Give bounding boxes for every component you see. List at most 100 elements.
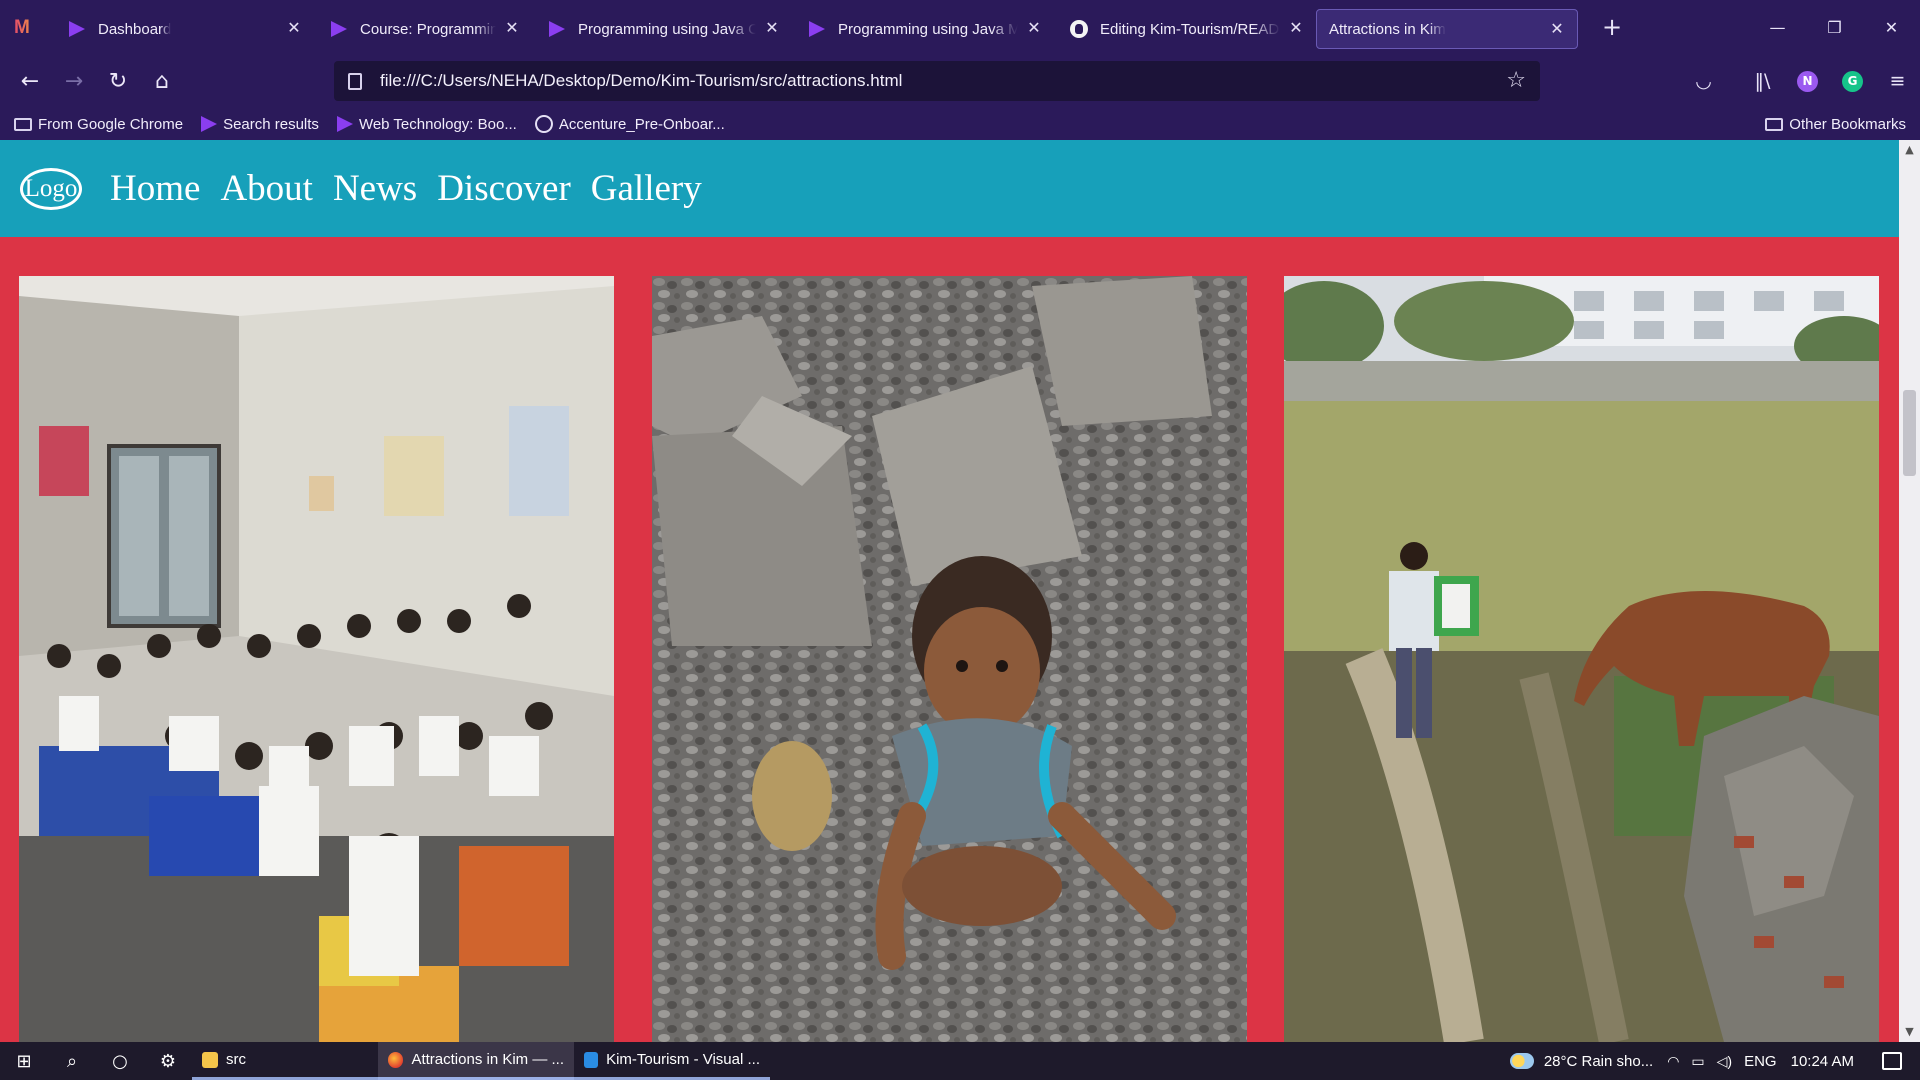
nav-link-home[interactable]: Home bbox=[110, 167, 200, 210]
close-icon[interactable]: ✕ bbox=[1024, 18, 1044, 38]
forward-arrow-icon[interactable]: → bbox=[52, 59, 96, 103]
gallery-photo-field-cow bbox=[1284, 276, 1879, 1042]
language-indicator[interactable]: ENG bbox=[1744, 1053, 1777, 1070]
scroll-thumb[interactable] bbox=[1903, 390, 1916, 476]
other-bookmarks-label: Other Bookmarks bbox=[1789, 116, 1906, 133]
search-icon[interactable]: ⌕ bbox=[48, 1042, 96, 1080]
page-viewport: Logo Home About News Discover Gallery bbox=[0, 140, 1899, 1042]
bookmarks-bar: From Google Chrome Search results Web Te… bbox=[0, 108, 1920, 140]
new-tab-plus-icon[interactable]: + bbox=[1592, 7, 1632, 47]
folder-icon bbox=[202, 1051, 218, 1068]
clock-time[interactable]: 10:24 AM bbox=[1791, 1053, 1854, 1070]
bookmark-search-results[interactable]: Search results bbox=[201, 116, 319, 133]
taskbar-app-label: Attractions in Kim — ... bbox=[411, 1051, 564, 1068]
tab-course-java[interactable]: Course: Programming using Java ✕ bbox=[314, 9, 532, 49]
taskbar-app-label: Kim-Tourism - Visual ... bbox=[606, 1051, 760, 1068]
restore-icon[interactable]: ❐ bbox=[1806, 0, 1863, 54]
close-icon[interactable]: ✕ bbox=[284, 18, 304, 38]
volume-icon[interactable]: ◁) bbox=[1717, 1053, 1732, 1070]
bookmark-accenture[interactable]: Accenture_Pre-Onboar... bbox=[534, 115, 725, 133]
menu-hamburger-icon[interactable]: ≡ bbox=[1875, 59, 1920, 103]
bookmark-label: From Google Chrome bbox=[38, 115, 184, 133]
page-scrollbar[interactable]: ▲ ▼ bbox=[1899, 140, 1920, 1042]
close-window-icon[interactable]: ✕ bbox=[1863, 0, 1920, 54]
folder-icon bbox=[14, 117, 32, 131]
nav-link-news[interactable]: News bbox=[333, 167, 417, 210]
gallery-photo-classroom bbox=[19, 276, 614, 1042]
bookmark-web-technology[interactable]: Web Technology: Boo... bbox=[336, 115, 517, 133]
minimize-icon[interactable]: — bbox=[1749, 0, 1806, 54]
taskbar-app-firefox[interactable]: Attractions in Kim — ... bbox=[378, 1042, 574, 1080]
site-logo[interactable]: Logo bbox=[20, 167, 82, 210]
bookmark-from-google-chrome[interactable]: From Google Chrome bbox=[14, 116, 183, 133]
site-header: Logo Home About News Discover Gallery bbox=[0, 140, 1899, 237]
cortana-circle-icon[interactable]: ○ bbox=[96, 1042, 144, 1080]
tab-label: Dashboard bbox=[98, 20, 172, 38]
arrow-favicon-icon bbox=[546, 20, 568, 38]
tab-strip: M Dashboard ✕ Course: Programming using … bbox=[0, 0, 1920, 54]
tab-attractions-active[interactable]: Attractions in Kim ✕ bbox=[1316, 9, 1578, 49]
back-arrow-icon[interactable]: ← bbox=[8, 59, 52, 103]
reload-icon[interactable]: ↻ bbox=[96, 59, 140, 103]
address-bar[interactable]: file:///C:/Users/NEHA/Desktop/Demo/Kim-T… bbox=[334, 61, 1540, 101]
scroll-down-icon[interactable]: ▼ bbox=[1899, 1022, 1920, 1042]
windows-start-icon[interactable]: ⊞ bbox=[0, 1042, 48, 1080]
windows-taskbar: ⊞ ⌕ ○ ⚙ src Attractions in Kim — ... Kim… bbox=[0, 1042, 1920, 1080]
weather-cloud-sun-icon bbox=[1509, 1053, 1534, 1069]
site-nav: Home About News Discover Gallery bbox=[110, 167, 722, 210]
taskbar-app-label: src bbox=[226, 1051, 246, 1068]
tab-label: Attractions in Kim bbox=[1329, 20, 1446, 38]
toolbar-icons: ◡ ‖\ N G ≡ bbox=[1681, 54, 1920, 108]
close-icon[interactable]: ✕ bbox=[762, 18, 782, 38]
scroll-up-icon[interactable]: ▲ bbox=[1899, 140, 1920, 160]
tab-dashboard[interactable]: Dashboard ✕ bbox=[52, 9, 314, 49]
wifi-icon[interactable]: ◠ bbox=[1667, 1053, 1679, 1070]
page-doc-icon bbox=[348, 72, 362, 90]
vscode-icon bbox=[584, 1051, 599, 1068]
gmail-icon[interactable]: M bbox=[0, 0, 52, 54]
taskbar-app-src[interactable]: src bbox=[192, 1042, 378, 1080]
arrow-favicon-icon bbox=[328, 20, 350, 38]
github-icon bbox=[1068, 20, 1090, 38]
window-controls: — ❐ ✕ bbox=[1749, 0, 1920, 54]
bookmark-label: Web Technology: Boo... bbox=[358, 115, 517, 133]
nav-link-discover[interactable]: Discover bbox=[437, 167, 571, 210]
arrow-favicon-icon bbox=[336, 116, 353, 132]
arrow-favicon-icon bbox=[201, 116, 218, 132]
gallery-photo-child-gravel bbox=[652, 276, 1247, 1042]
bookmark-label: Accenture_Pre-Onboar... bbox=[558, 115, 725, 133]
bookmark-label: Search results bbox=[223, 115, 319, 133]
weather-text[interactable]: 28°C Rain sho... bbox=[1544, 1053, 1653, 1070]
tab-editing-readme[interactable]: Editing Kim-Tourism/READM ✕ bbox=[1054, 9, 1316, 49]
close-icon[interactable]: ✕ bbox=[502, 18, 522, 38]
firefox-icon bbox=[388, 1051, 404, 1068]
tab-label: Programming using Java Mo bbox=[838, 20, 1018, 38]
bookmark-star-icon[interactable]: ☆ bbox=[1506, 68, 1526, 93]
home-icon[interactable]: ⌂ bbox=[140, 59, 184, 103]
notification-icon[interactable] bbox=[1882, 1052, 1902, 1070]
nav-toolbar: ← → ↻ ⌂ file:///C:/Users/NEHA/Desktop/De… bbox=[0, 54, 1920, 108]
settings-gear-icon[interactable]: ⚙ bbox=[144, 1042, 192, 1080]
taskbar-app-vscode[interactable]: Kim-Tourism - Visual ... bbox=[574, 1042, 770, 1080]
nav-link-about[interactable]: About bbox=[220, 167, 313, 210]
close-icon[interactable]: ✕ bbox=[1286, 18, 1306, 38]
nav-link-gallery[interactable]: Gallery bbox=[591, 167, 702, 210]
arrow-favicon-icon bbox=[66, 20, 88, 38]
pocket-icon[interactable]: ◡ bbox=[1681, 59, 1726, 103]
profile-avatar[interactable]: N bbox=[1785, 59, 1830, 103]
tab-java-con[interactable]: Programming using Java Con ✕ bbox=[532, 9, 792, 49]
tab-label: Programming using Java Con bbox=[578, 20, 756, 38]
other-bookmarks[interactable]: Other Bookmarks bbox=[1765, 116, 1906, 133]
tab-java-mo[interactable]: Programming using Java Mo ✕ bbox=[792, 9, 1054, 49]
close-icon[interactable]: ✕ bbox=[1547, 19, 1567, 39]
tab-label: Course: Programming using Java bbox=[360, 20, 496, 38]
system-tray: 28°C Rain sho... ◠ ▭ ◁) ENG 10:24 AM bbox=[1509, 1042, 1920, 1080]
library-icon[interactable]: ‖\ bbox=[1740, 59, 1785, 103]
folder-icon bbox=[1765, 118, 1784, 131]
grammarly-extension-icon[interactable]: G bbox=[1830, 59, 1875, 103]
tab-label: Editing Kim-Tourism/READM bbox=[1100, 20, 1280, 38]
arrow-favicon-icon bbox=[806, 20, 828, 38]
battery-icon[interactable]: ▭ bbox=[1691, 1053, 1704, 1070]
url-text[interactable]: file:///C:/Users/NEHA/Desktop/Demo/Kim-T… bbox=[380, 71, 902, 91]
github-icon bbox=[534, 115, 553, 133]
